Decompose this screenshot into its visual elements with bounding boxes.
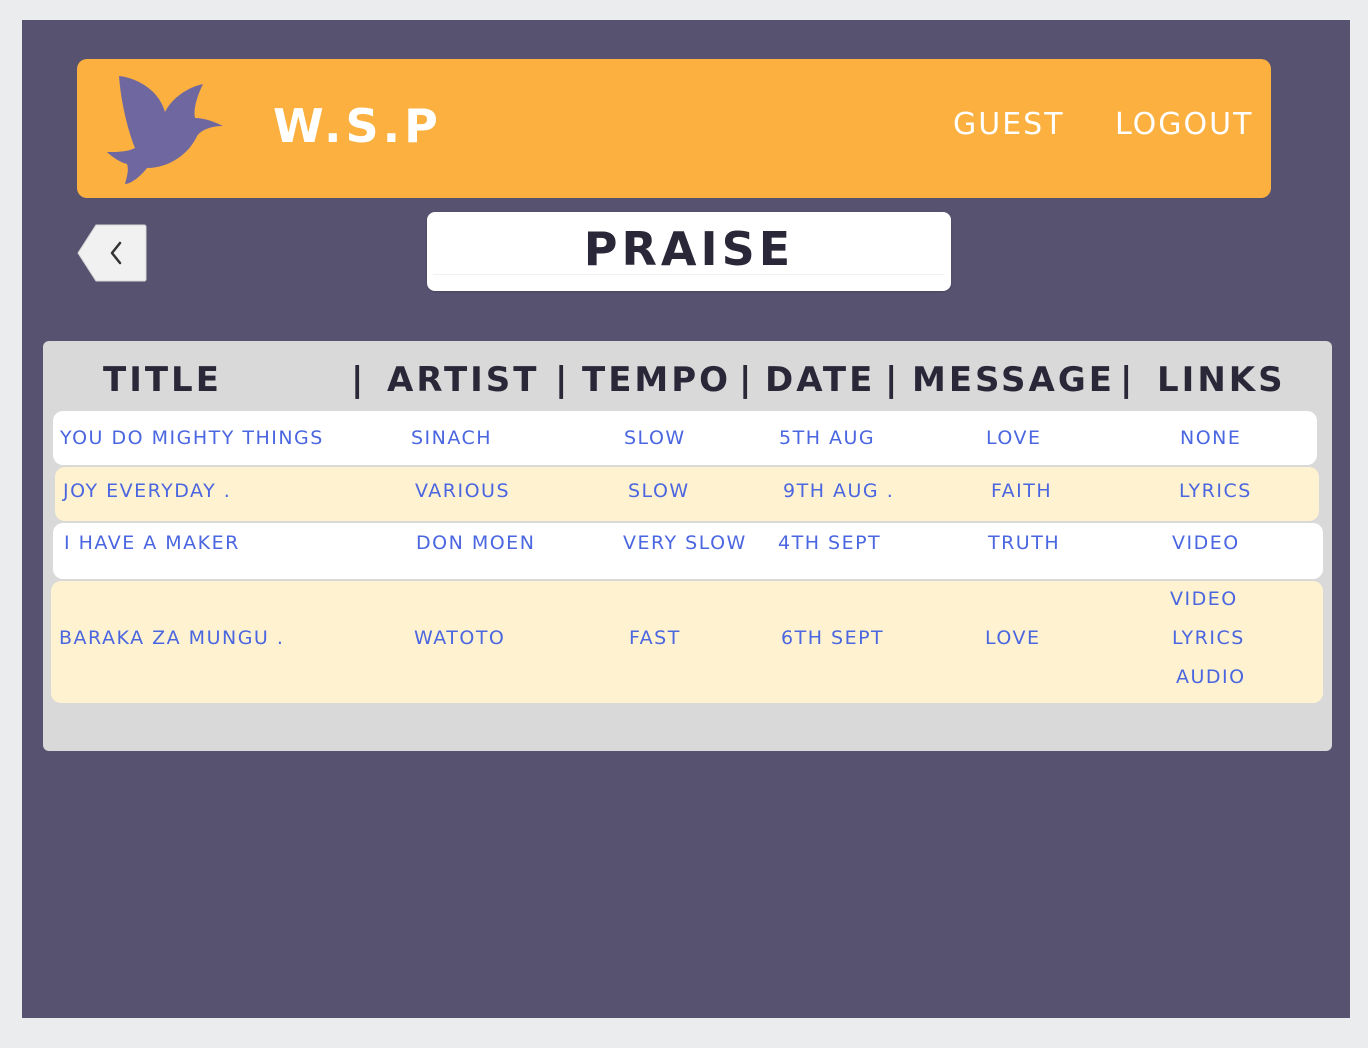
cell-date: 4TH SEPT <box>778 532 882 554</box>
back-button[interactable] <box>76 223 148 283</box>
cell-link-video[interactable]: VIDEO <box>1170 588 1238 610</box>
table-row[interactable]: BARAKA ZA MUNGU . WATOTO FAST 6TH SEPT L… <box>51 581 1323 703</box>
column-header-links[interactable]: LINKS <box>1157 360 1286 400</box>
cell-message: TRUTH <box>988 532 1061 554</box>
column-separator: | <box>739 360 752 400</box>
page-title-box: PRAISE <box>427 212 951 291</box>
cell-tempo: FAST <box>629 627 681 649</box>
cell-tempo: SLOW <box>624 427 686 449</box>
column-header-title[interactable]: TITLE <box>103 360 222 400</box>
guest-link[interactable]: GUEST <box>953 107 1065 142</box>
cell-title: BARAKA ZA MUNGU . <box>59 627 285 649</box>
cell-message: LOVE <box>986 427 1042 449</box>
column-separator: | <box>885 360 898 400</box>
cell-tempo: VERY SLOW <box>623 532 747 554</box>
cell-artist: WATOTO <box>414 627 506 649</box>
cell-date: 9TH AUG . <box>783 480 895 502</box>
page-title: PRAISE <box>583 222 795 276</box>
cell-date: 5TH AUG <box>779 427 876 449</box>
top-header: W.S.P GUEST LOGOUT <box>77 59 1271 198</box>
cell-link-audio[interactable]: AUDIO <box>1176 666 1246 688</box>
cell-artist: DON MOEN <box>416 532 536 554</box>
table-row[interactable]: JOY EVERYDAY . VARIOUS SLOW 9TH AUG . FA… <box>55 467 1319 521</box>
cell-link-lyrics[interactable]: LYRICS <box>1172 627 1245 649</box>
cell-artist: VARIOUS <box>415 480 511 502</box>
column-header-message[interactable]: MESSAGE <box>912 360 1115 400</box>
cell-title: JOY EVERYDAY . <box>63 480 232 502</box>
cell-artist: SINACH <box>411 427 493 449</box>
column-header-tempo[interactable]: TEMPO <box>582 360 731 400</box>
cell-link[interactable]: NONE <box>1180 427 1241 449</box>
column-separator: | <box>351 360 364 400</box>
cell-title: YOU DO MIGHTY THINGS <box>60 427 324 449</box>
column-header-artist[interactable]: ARTIST <box>387 360 540 400</box>
column-separator: | <box>1120 360 1133 400</box>
brand-name: W.S.P <box>273 99 442 153</box>
column-header-date[interactable]: DATE <box>765 360 875 400</box>
songs-table: TITLE | ARTIST | TEMPO | DATE | MESSAGE … <box>43 341 1332 751</box>
cell-title: I HAVE A MAKER <box>64 532 240 554</box>
logout-link[interactable]: LOGOUT <box>1115 107 1253 142</box>
cell-message: LOVE <box>985 627 1041 649</box>
table-row[interactable]: I HAVE A MAKER DON MOEN VERY SLOW 4TH SE… <box>53 523 1323 579</box>
cell-link-lyrics[interactable]: LYRICS <box>1179 480 1252 502</box>
app-frame: W.S.P GUEST LOGOUT PRAISE TITLE | ARTIST… <box>22 20 1350 1018</box>
table-row[interactable]: YOU DO MIGHTY THINGS SINACH SLOW 5TH AUG… <box>53 411 1317 465</box>
title-underline <box>433 274 945 275</box>
column-separator: | <box>555 360 568 400</box>
cell-message: FAITH <box>991 480 1053 502</box>
cell-date: 6TH SEPT <box>781 627 885 649</box>
dove-icon <box>107 76 223 184</box>
cell-link-video[interactable]: VIDEO <box>1172 532 1240 554</box>
cell-tempo: SLOW <box>628 480 690 502</box>
